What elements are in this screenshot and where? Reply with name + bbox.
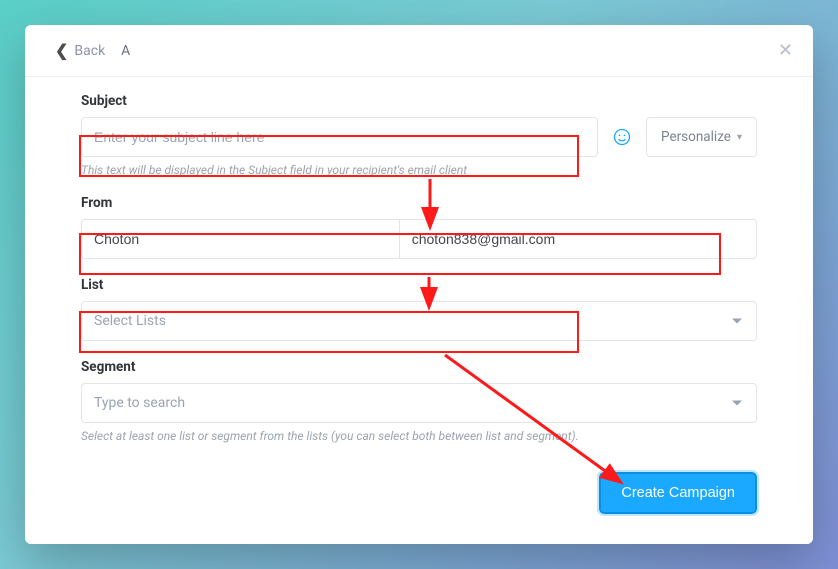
create-campaign-button[interactable]: Create Campaign: [599, 472, 757, 514]
from-email-input[interactable]: [399, 219, 757, 259]
segment-label: Segment: [81, 359, 757, 375]
segment-help: Select at least one list or segment from…: [81, 429, 757, 443]
close-icon[interactable]: ✕: [778, 40, 793, 61]
subject-label: Subject: [81, 93, 757, 109]
segment-placeholder: Type to search: [94, 395, 185, 411]
list-section: List Select Lists: [81, 277, 757, 341]
emoji-button[interactable]: [598, 117, 646, 157]
from-row: [81, 219, 757, 259]
list-label: List: [81, 277, 757, 293]
subject-input[interactable]: [81, 117, 598, 157]
from-name-input[interactable]: [81, 219, 399, 259]
from-section: From: [81, 195, 757, 259]
subject-help: This text will be displayed in the Subje…: [81, 163, 757, 177]
chevron-down-icon: ▾: [737, 132, 742, 143]
personalize-label: Personalize: [661, 129, 731, 145]
from-label: From: [81, 195, 757, 211]
smile-icon: [612, 127, 632, 147]
chevron-left-icon: ❮: [55, 43, 68, 59]
modal-footer: Create Campaign: [599, 472, 757, 514]
modal-header: ❮ Back A ✕: [25, 25, 813, 77]
subject-section: Subject Personalize ▾ This text will be …: [81, 93, 757, 177]
chevron-down-icon: [732, 401, 742, 406]
subject-row: Personalize ▾: [81, 117, 757, 157]
modal-body: Subject Personalize ▾ This text will be …: [25, 77, 813, 443]
back-label: Back: [74, 43, 105, 59]
segment-section: Segment Type to search Select at least o…: [81, 359, 757, 443]
list-select[interactable]: Select Lists: [81, 301, 757, 341]
chevron-down-icon: [732, 319, 742, 324]
list-placeholder: Select Lists: [94, 313, 166, 329]
breadcrumb: A: [121, 43, 130, 59]
personalize-button[interactable]: Personalize ▾: [646, 117, 757, 157]
campaign-modal: ❮ Back A ✕ Subject Personalize: [25, 25, 813, 544]
back-button[interactable]: ❮ Back: [55, 43, 105, 59]
segment-select[interactable]: Type to search: [81, 383, 757, 423]
